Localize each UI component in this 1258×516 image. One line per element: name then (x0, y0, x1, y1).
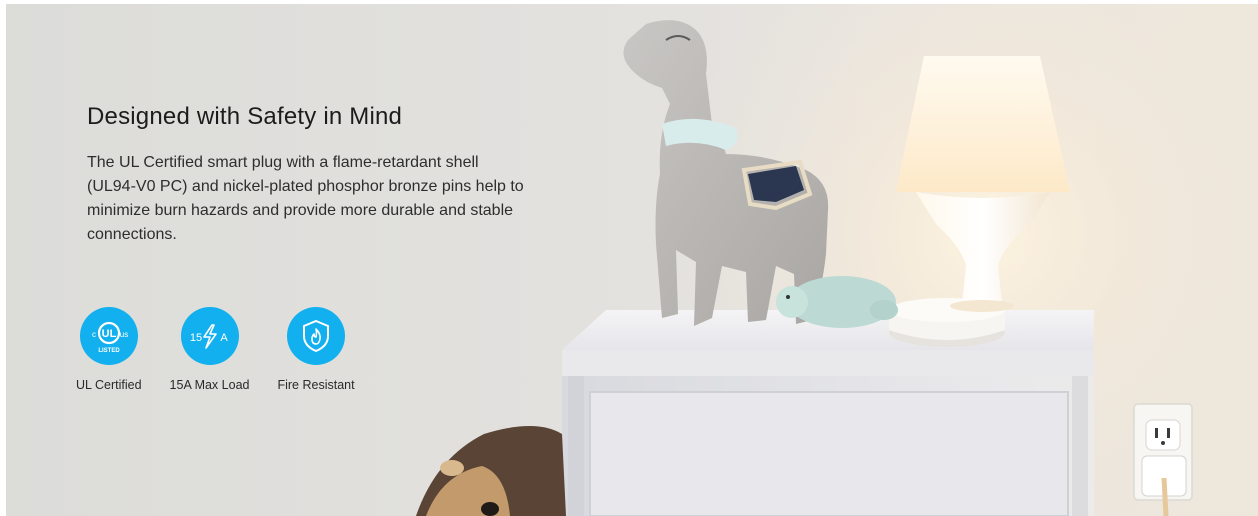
feature-max-load: 15 A 15A Max Load (169, 307, 250, 392)
feature-ul-certified: UL c us LISTED UL Certified (76, 307, 142, 392)
feature-label: 15A Max Load (169, 378, 250, 392)
feature-label: UL Certified (76, 378, 142, 392)
load-badge-left: 15 (189, 332, 201, 344)
background-photo (6, 4, 1258, 516)
ul-listed-icon: UL c us LISTED (79, 307, 138, 365)
feature-label: Fire Resistant (277, 378, 355, 392)
body-text: The UL Certified smart plug with a flame… (87, 154, 524, 243)
headline: Designed with Safety in Mind (87, 103, 403, 130)
ul-badge-left: c (92, 330, 96, 339)
load-badge-right: A (220, 332, 228, 344)
wall-outlet (1133, 403, 1193, 516)
nightstand (562, 310, 1094, 516)
ul-badge-bottom: LISTED (98, 348, 120, 354)
feature-fire-resistant: Fire Resistant (277, 307, 355, 392)
lightning-15a-icon: 15 A (180, 307, 239, 365)
feature-list: UL c us LISTED UL Certified 15 A 15A Max… (76, 307, 383, 392)
fire-shield-icon (287, 307, 346, 365)
hero-banner: Designed with Safety in Mind The UL Cert… (6, 4, 1258, 516)
ul-badge-right: us (120, 330, 128, 339)
ul-badge-text: UL (101, 328, 116, 340)
